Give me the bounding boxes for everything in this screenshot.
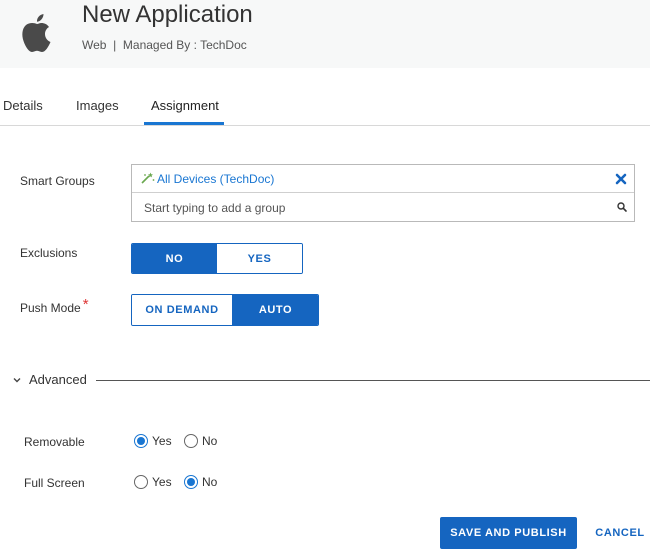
selected-groups-row: All Devices (TechDoc) — [132, 165, 634, 193]
removable-yes-option[interactable]: Yes — [134, 434, 172, 448]
selected-group-chip[interactable]: All Devices (TechDoc) — [157, 172, 274, 186]
push-mode-label: Push Mode * — [20, 297, 89, 315]
smart-groups-field: All Devices (TechDoc) — [131, 164, 635, 222]
full-screen-no-radio[interactable] — [184, 475, 198, 489]
full-screen-no-option[interactable]: No — [184, 475, 217, 489]
full-screen-yes-label: Yes — [152, 475, 172, 489]
active-tab-indicator — [144, 122, 224, 125]
tab-images[interactable]: Images — [76, 98, 119, 114]
exclusions-label: Exclusions — [20, 246, 78, 260]
cancel-button[interactable]: CANCEL — [592, 517, 648, 549]
push-mode-toggle: ON DEMAND AUTO — [131, 294, 319, 326]
advanced-divider — [96, 380, 650, 381]
smart-groups-label: Smart Groups — [20, 174, 95, 188]
advanced-label: Advanced — [29, 372, 87, 387]
app-header: New Application Web | Managed By : TechD… — [0, 0, 650, 68]
apple-logo-icon — [22, 14, 51, 52]
advanced-section-toggle[interactable]: Advanced — [12, 372, 87, 388]
push-mode-auto-button[interactable]: AUTO — [233, 295, 318, 325]
tab-bar: Details Images Assignment — [0, 90, 650, 126]
search-icon[interactable] — [616, 201, 628, 213]
remove-icon[interactable] — [615, 173, 627, 185]
app-subtitle: Web | Managed By : TechDoc — [82, 38, 247, 52]
removable-no-label: No — [202, 434, 218, 448]
tab-details[interactable]: Details — [3, 98, 43, 114]
full-screen-yes-radio[interactable] — [134, 475, 148, 489]
removable-yes-label: Yes — [152, 434, 172, 448]
exclusions-toggle: NO YES — [131, 243, 303, 274]
removable-label: Removable — [24, 435, 85, 449]
exclusions-yes-button[interactable]: YES — [217, 244, 302, 273]
full-screen-label: Full Screen — [24, 476, 85, 490]
required-marker: * — [82, 296, 89, 313]
page-title: New Application — [82, 1, 253, 28]
save-and-publish-button[interactable]: SAVE AND PUBLISH — [440, 517, 577, 549]
tab-assignment[interactable]: Assignment — [151, 98, 219, 114]
push-mode-label-text: Push Mode — [20, 301, 81, 315]
group-search-input[interactable] — [133, 194, 613, 221]
full-screen-no-label: No — [202, 475, 218, 489]
chevron-down-icon — [13, 378, 21, 383]
full-screen-yes-option[interactable]: Yes — [134, 475, 172, 489]
exclusions-no-button[interactable]: NO — [132, 244, 217, 273]
removable-no-option[interactable]: No — [184, 434, 217, 448]
removable-yes-radio[interactable] — [134, 434, 148, 448]
smart-group-icon — [141, 172, 155, 184]
removable-no-radio[interactable] — [184, 434, 198, 448]
push-mode-on-demand-button[interactable]: ON DEMAND — [132, 295, 233, 325]
